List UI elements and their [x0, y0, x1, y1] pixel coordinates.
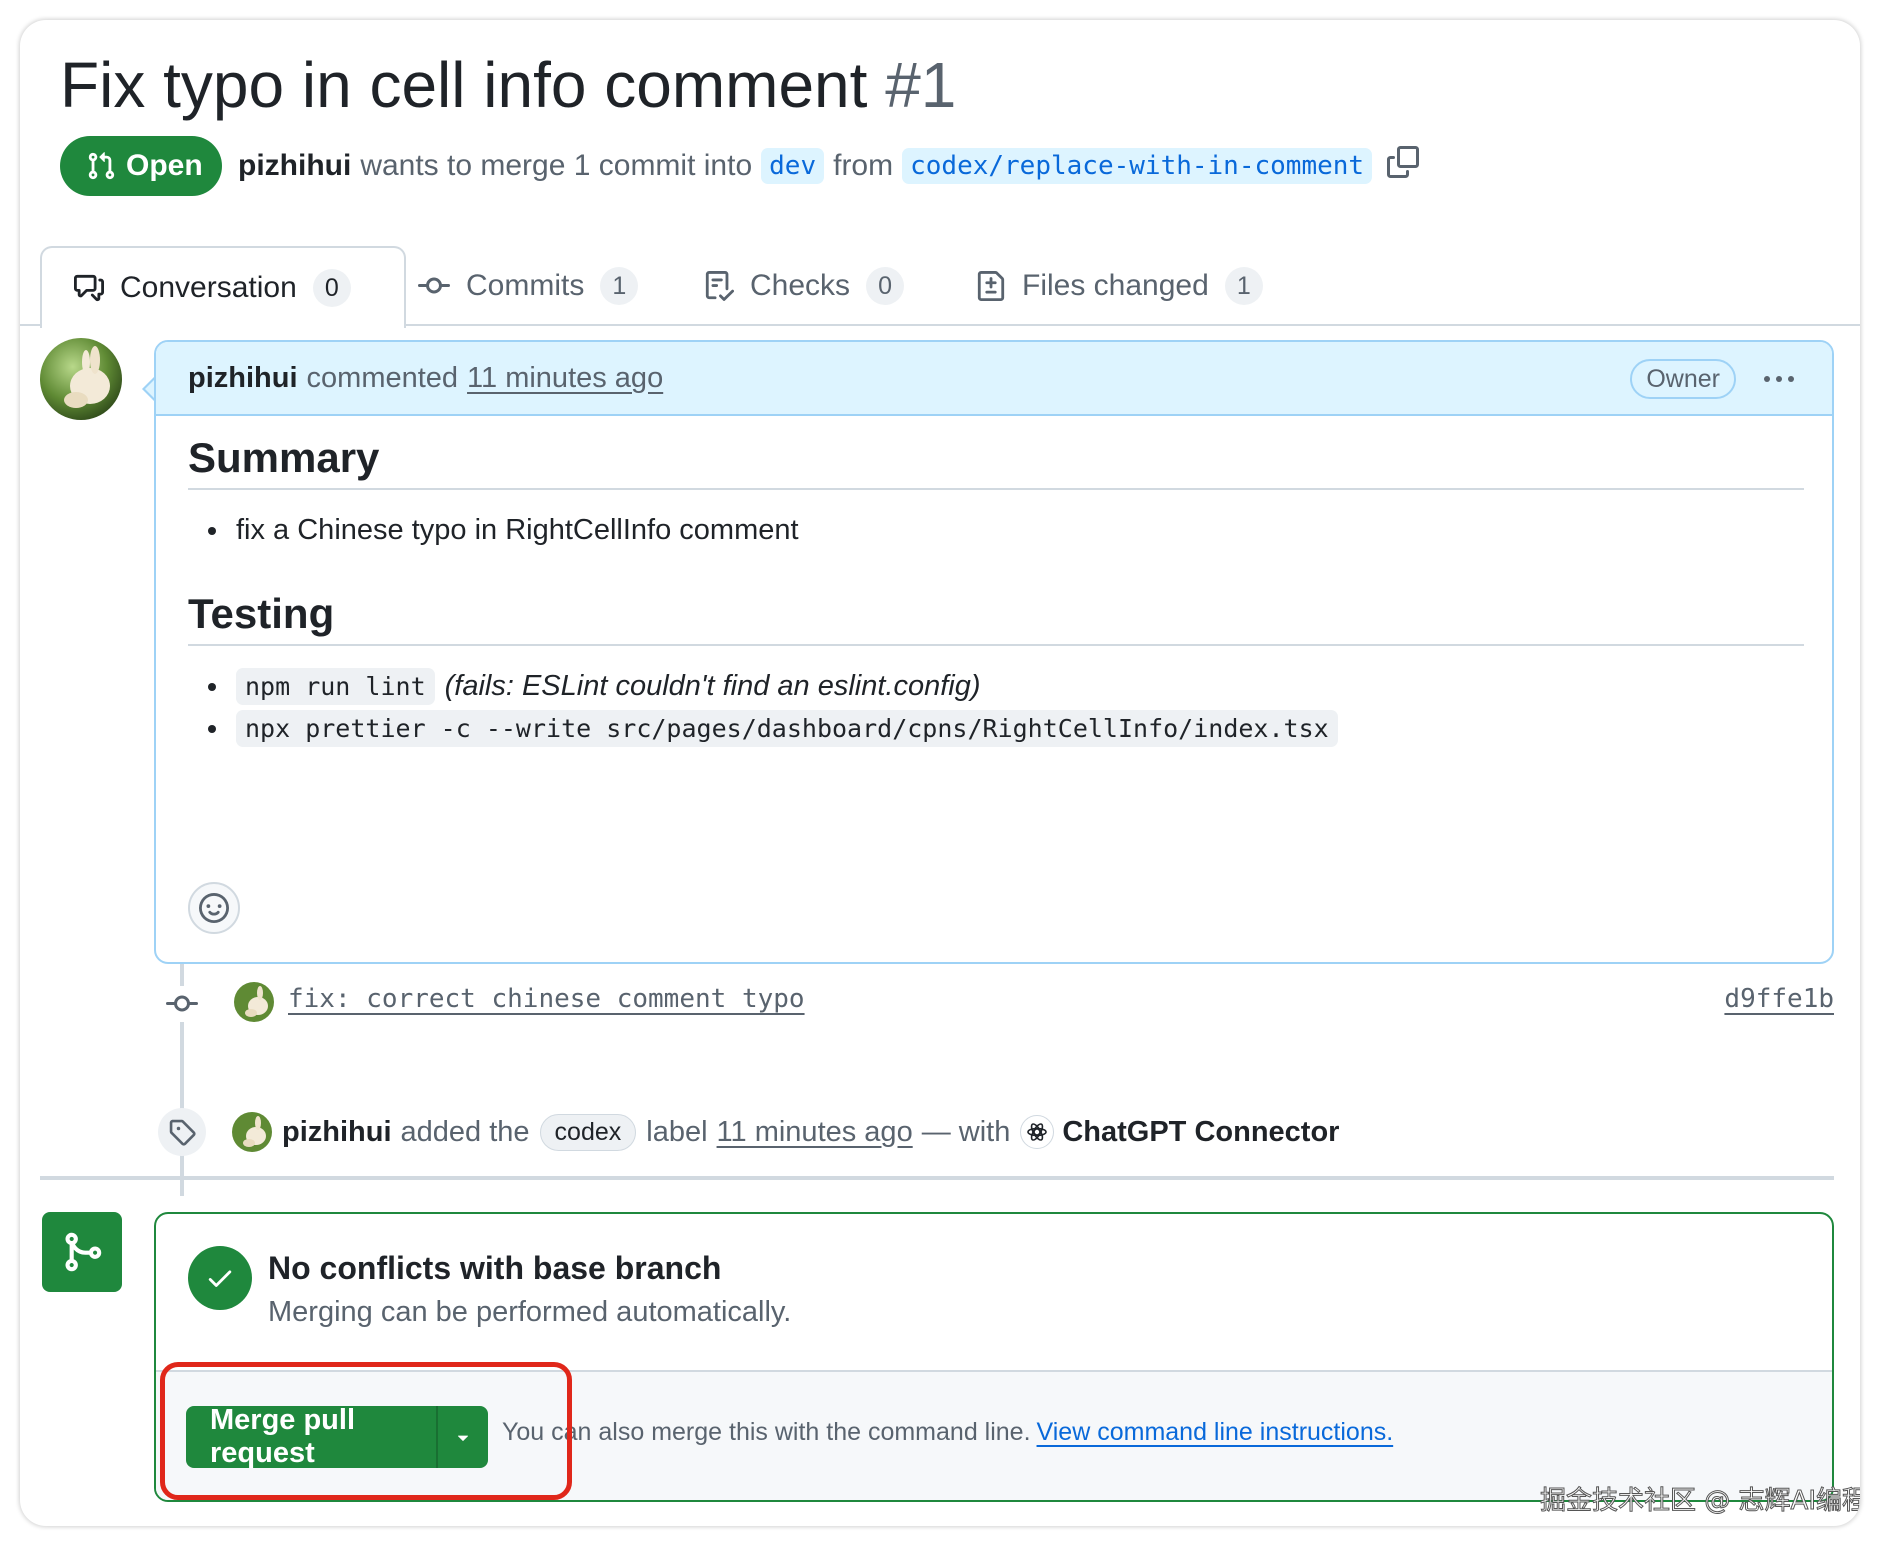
pull-request-page: Fix typo in cell info comment #1 Open pi… — [20, 20, 1860, 1526]
openai-logo-icon — [1020, 1115, 1055, 1149]
summary-heading: Summary — [188, 434, 380, 481]
comment-header: pizhihui commented 11 minutes ago Owner — [156, 342, 1832, 416]
label-event-pre: added the — [400, 1115, 530, 1148]
tab-files-changed[interactable]: Files changed 1 — [976, 246, 1263, 326]
pr-state-label: Open — [126, 149, 203, 182]
merge-hint: You can also merge this with the command… — [502, 1418, 1393, 1447]
inline-code: npm run lint — [236, 668, 435, 705]
copy-icon[interactable] — [1387, 146, 1420, 186]
highlight-annotation — [160, 1362, 572, 1500]
command-line-instructions-link[interactable]: View command line instructions. — [1037, 1418, 1394, 1446]
testing-list-item: npx prettier -c --write src/pages/dashbo… — [208, 710, 1338, 747]
label-event-time[interactable]: 11 minutes ago — [717, 1116, 913, 1149]
commit-sha-link[interactable]: d9ffe1b — [1724, 984, 1834, 1014]
git-commit-icon — [418, 270, 450, 302]
commit-author-avatar[interactable] — [234, 982, 274, 1022]
testing-list-item: npm run lint (fails: ESLint couldn't fin… — [208, 668, 981, 705]
label-pill-codex[interactable]: codex — [539, 1113, 637, 1151]
label-event-with: — with — [921, 1115, 1011, 1148]
git-merge-icon — [42, 1212, 122, 1292]
label-event: pizhihui added the codex label 11 minute… — [232, 1106, 1339, 1158]
comment-box: pizhihui commented 11 minutes ago Owner … — [154, 340, 1834, 964]
label-event-post: label — [646, 1115, 708, 1148]
pr-title: Fix typo in cell info comment #1 — [60, 42, 956, 128]
checklist-icon — [704, 271, 734, 301]
tab-conversation-count: 0 — [312, 269, 351, 307]
merge-text: wants to merge 1 commit into — [360, 149, 753, 182]
timeline-end-divider — [40, 1176, 1834, 1180]
tab-conversation[interactable]: Conversation 0 — [40, 246, 406, 328]
file-diff-icon — [976, 271, 1006, 301]
watermark: 掘金技术社区 @ 志辉AI编程 — [1540, 1486, 1860, 1517]
bullet — [208, 526, 216, 535]
label-author-avatar[interactable] — [232, 1112, 272, 1152]
testing-note: (fails: ESLint couldn't find an eslint.c… — [444, 670, 981, 702]
kebab-menu-icon[interactable] — [1762, 366, 1796, 400]
tab-commits[interactable]: Commits 1 — [418, 246, 639, 326]
owner-badge: Owner — [1630, 359, 1736, 399]
comment-time[interactable]: 11 minutes ago — [467, 362, 663, 395]
inline-code: npx prettier -c --write src/pages/dashbo… — [236, 710, 1338, 747]
tab-checks-count: 0 — [866, 267, 905, 305]
check-circle-icon — [188, 1246, 252, 1310]
git-pull-request-icon — [88, 152, 115, 180]
tab-files-count: 1 — [1224, 267, 1263, 305]
summary-list-item: fix a Chinese typo in RightCellInfo comm… — [208, 514, 799, 547]
bullet — [208, 724, 216, 733]
tab-commits-count: 1 — [600, 267, 639, 305]
from-text: from — [833, 149, 894, 182]
testing-divider — [188, 644, 1804, 646]
merge-status-title: No conflicts with base branch — [268, 1250, 722, 1286]
comment-author-avatar[interactable] — [40, 338, 122, 420]
tab-checks[interactable]: Checks 0 — [704, 246, 905, 326]
merge-status-subtitle: Merging can be performed automatically. — [268, 1296, 792, 1328]
tag-icon — [158, 1108, 206, 1156]
summary-item-text: fix a Chinese typo in RightCellInfo comm… — [236, 514, 799, 546]
comment-action: commented — [306, 361, 459, 394]
pr-state-badge: Open — [60, 136, 222, 196]
head-branch[interactable]: codex/replace-with-in-comment — [902, 148, 1373, 184]
comment-discussion-icon — [74, 273, 104, 303]
merge-hint-text: You can also merge this with the command… — [502, 1418, 1031, 1446]
git-commit-icon — [164, 986, 200, 1022]
label-event-author[interactable]: pizhihui — [282, 1116, 392, 1149]
summary-divider — [188, 488, 1804, 490]
pr-meta: pizhihui wants to merge 1 commit into de… — [238, 142, 1420, 190]
connector-name[interactable]: ChatGPT Connector — [1062, 1116, 1339, 1149]
tab-conversation-label: Conversation — [120, 271, 297, 304]
bullet — [208, 682, 216, 691]
base-branch[interactable]: dev — [761, 148, 825, 184]
tab-files-label: Files changed — [1022, 269, 1209, 302]
tab-commits-label: Commits — [466, 269, 585, 302]
add-reaction-button[interactable] — [188, 882, 240, 934]
comment-author[interactable]: pizhihui — [188, 362, 298, 395]
pr-title-text: Fix typo in cell info comment — [60, 49, 868, 121]
commit-message-link[interactable]: fix: correct chinese comment typo — [288, 984, 805, 1014]
smiley-icon — [199, 893, 229, 923]
testing-heading: Testing — [188, 590, 335, 637]
tab-checks-label: Checks — [750, 269, 851, 302]
pr-author-link[interactable]: pizhihui — [238, 149, 351, 183]
pr-number: #1 — [885, 49, 957, 121]
